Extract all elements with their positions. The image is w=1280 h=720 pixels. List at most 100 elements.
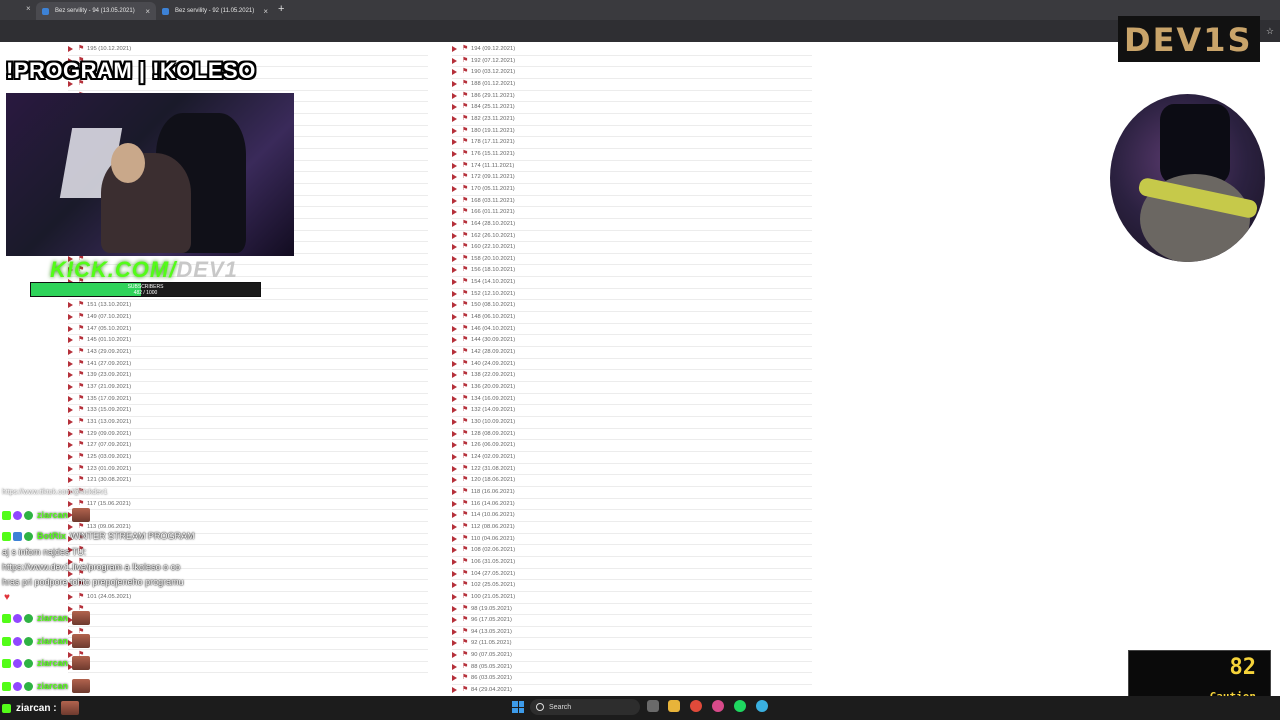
expand-triangle-icon[interactable] (452, 325, 457, 332)
list-item[interactable]: ⚑ (68, 662, 428, 674)
list-item-label[interactable]: 143 (29.09.2021) (87, 348, 131, 356)
list-item[interactable]: ⚑ 102 (25.05.2021) (452, 580, 812, 592)
expand-triangle-icon[interactable] (452, 314, 457, 321)
list-item-label[interactable]: 100 (21.05.2021) (471, 593, 515, 601)
expand-triangle-icon[interactable] (452, 139, 457, 146)
list-item-label[interactable]: 117 (15.06.2021) (87, 500, 131, 508)
list-item-label[interactable]: 131 (13.09.2021) (87, 418, 131, 426)
expand-triangle-icon[interactable] (452, 220, 457, 227)
list-item[interactable]: ⚑ 182 (23.11.2021) (452, 114, 812, 126)
expand-triangle-icon[interactable] (68, 349, 73, 356)
expand-triangle-icon[interactable] (452, 127, 457, 134)
list-item[interactable]: ⚑ 148 (06.10.2021) (452, 312, 812, 324)
list-item-label[interactable]: 148 (06.10.2021) (471, 313, 515, 321)
list-item-label[interactable]: 156 (18.10.2021) (471, 266, 515, 274)
list-item[interactable]: ⚑ 142 (28.09.2021) (452, 347, 812, 359)
list-item-label[interactable]: 168 (03.11.2021) (471, 197, 515, 205)
expand-triangle-icon[interactable] (452, 115, 457, 122)
list-item-label[interactable]: 176 (15.11.2021) (471, 150, 515, 158)
list-item-label[interactable]: 138 (22.09.2021) (471, 371, 515, 379)
list-item[interactable]: ⚑ 164 (28.10.2021) (452, 219, 812, 231)
expand-triangle-icon[interactable] (68, 325, 73, 332)
list-item-label[interactable]: 124 (02.09.2021) (471, 453, 515, 461)
list-item[interactable]: ⚑ 190 (03.12.2021) (452, 67, 812, 79)
list-item-label[interactable]: 152 (12.10.2021) (471, 290, 515, 298)
list-item-label[interactable]: 150 (08.10.2021) (471, 301, 515, 309)
list-item[interactable]: ⚑ 172 (09.11.2021) (452, 172, 812, 184)
expand-triangle-icon[interactable] (68, 360, 73, 367)
list-item[interactable]: ⚑ 146 (04.10.2021) (452, 324, 812, 336)
expand-triangle-icon[interactable] (452, 570, 457, 577)
list-item[interactable]: ⚑ 116 (14.06.2021) (452, 499, 812, 511)
list-item[interactable]: ⚑ 194 (09.12.2021) (452, 44, 812, 56)
list-item-label[interactable]: 162 (26.10.2021) (471, 232, 515, 240)
list-item-label[interactable]: 122 (31.08.2021) (471, 465, 515, 473)
list-item[interactable]: ⚑ 96 (17.05.2021) (452, 615, 812, 627)
expand-triangle-icon[interactable] (452, 512, 457, 519)
list-item[interactable]: ⚑ 127 (07.09.2021) (68, 440, 428, 452)
list-item[interactable]: ⚑ 117 (15.06.2021) (68, 499, 428, 511)
list-item[interactable]: ⚑ 178 (17.11.2021) (452, 137, 812, 149)
expand-triangle-icon[interactable] (452, 477, 457, 484)
expand-triangle-icon[interactable] (68, 302, 73, 309)
list-item-label[interactable]: 130 (10.09.2021) (471, 418, 515, 426)
list-item[interactable]: ⚑ 128 (08.09.2021) (452, 429, 812, 441)
expand-triangle-icon[interactable] (452, 687, 457, 694)
list-item[interactable]: ⚑ 176 (15.11.2021) (452, 149, 812, 161)
expand-triangle-icon[interactable] (452, 558, 457, 565)
list-item[interactable]: ⚑ 90 (07.05.2021) (452, 650, 812, 662)
list-item[interactable]: ⚑ (68, 627, 428, 639)
list-item-label[interactable]: 108 (02.06.2021) (471, 546, 515, 554)
list-item[interactable]: ⚑ 106 (31.05.2021) (452, 557, 812, 569)
list-item-label[interactable]: 102 (25.05.2021) (471, 581, 515, 589)
list-item-label[interactable]: 136 (20.09.2021) (471, 383, 515, 391)
star-icon[interactable]: ☆ (1266, 26, 1274, 37)
list-item-label[interactable]: 184 (25.11.2021) (471, 103, 515, 111)
expand-triangle-icon[interactable] (452, 372, 457, 379)
list-item-label[interactable]: 188 (01.12.2021) (471, 80, 515, 88)
expand-triangle-icon[interactable] (68, 395, 73, 402)
list-item-label[interactable]: 149 (07.10.2021) (87, 313, 131, 321)
list-item-label[interactable]: 126 (06.09.2021) (471, 441, 515, 449)
expand-triangle-icon[interactable] (452, 465, 457, 472)
expand-triangle-icon[interactable] (452, 255, 457, 262)
expand-triangle-icon[interactable] (452, 69, 457, 76)
list-item[interactable]: ⚑ 123 (01.09.2021) (68, 464, 428, 476)
list-item-label[interactable]: 114 (10.06.2021) (471, 511, 515, 519)
list-item[interactable]: ⚑ 110 (04.06.2021) (452, 534, 812, 546)
expand-triangle-icon[interactable] (452, 209, 457, 216)
list-item[interactable]: ⚑ 131 (13.09.2021) (68, 417, 428, 429)
expand-triangle-icon[interactable] (68, 465, 73, 472)
list-item[interactable]: ⚑ 156 (18.10.2021) (452, 265, 812, 278)
list-item-label[interactable]: 166 (01.11.2021) (471, 208, 515, 216)
expand-triangle-icon[interactable] (452, 675, 457, 682)
expand-triangle-icon[interactable] (452, 244, 457, 251)
list-item-label[interactable]: 123 (01.09.2021) (87, 465, 131, 473)
list-item-label[interactable]: 194 (09.12.2021) (471, 45, 515, 53)
list-item-label[interactable]: 142 (28.09.2021) (471, 348, 515, 356)
expand-triangle-icon[interactable] (452, 628, 457, 635)
list-item[interactable]: ⚑ 129 (09.09.2021) (68, 429, 428, 441)
expand-triangle-icon[interactable] (452, 605, 457, 612)
list-item[interactable]: ⚑ 92 (11.05.2021) (452, 638, 812, 651)
list-item[interactable]: ⚑ 160 (22.10.2021) (452, 242, 812, 254)
list-item[interactable]: ⚑ 139 (23.09.2021) (68, 370, 428, 383)
expand-triangle-icon[interactable] (452, 407, 457, 414)
list-item-label[interactable]: 121 (30.08.2021) (87, 476, 131, 484)
expand-triangle-icon[interactable] (452, 267, 457, 274)
expand-triangle-icon[interactable] (68, 419, 73, 425)
list-item[interactable]: ⚑ 121 (30.08.2021) (68, 475, 428, 487)
expand-triangle-icon[interactable] (452, 232, 457, 239)
list-item[interactable]: ⚑ 88 (05.05.2021) (452, 662, 812, 674)
list-item[interactable]: ⚑ 174 (11.11.2021) (452, 161, 812, 173)
expand-triangle-icon[interactable] (452, 442, 457, 449)
list-item[interactable]: ⚑ 86 (03.05.2021) (452, 673, 812, 686)
list-item-label[interactable]: 110 (04.06.2021) (471, 535, 515, 543)
list-item[interactable]: ⚑ 138 (22.09.2021) (452, 370, 812, 383)
list-item-label[interactable]: 190 (03.12.2021) (471, 68, 515, 76)
list-item-label[interactable]: 140 (24.09.2021) (471, 360, 515, 368)
list-item[interactable]: ⚑ 150 (08.10.2021) (452, 300, 812, 313)
list-item[interactable]: ⚑ 162 (26.10.2021) (452, 231, 812, 243)
list-item[interactable]: ⚑ 141 (27.09.2021) (68, 359, 428, 371)
expand-triangle-icon[interactable] (452, 640, 457, 647)
